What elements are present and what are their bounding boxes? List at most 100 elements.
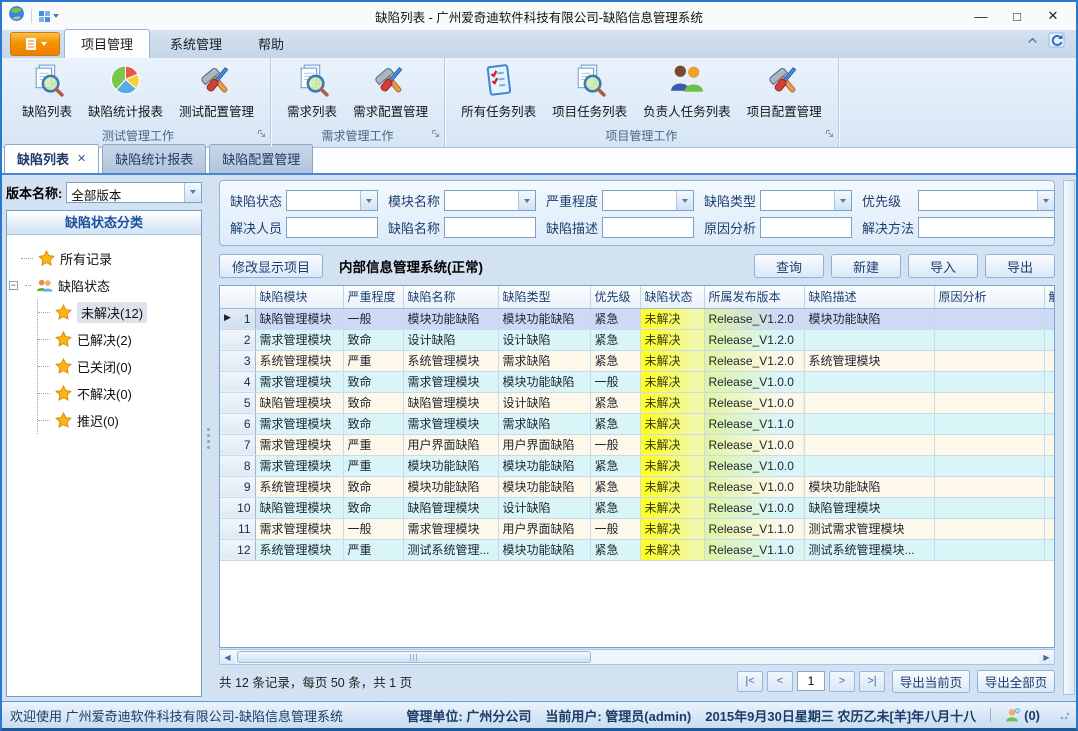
filter-select-severity[interactable] <box>602 190 694 211</box>
dropdown-button[interactable] <box>184 183 201 202</box>
tree-item-defect-status[interactable]: − 缺陷状态 <box>9 272 197 299</box>
quick-access-toolbar-button[interactable] <box>38 10 59 23</box>
row-selector[interactable]: 7 <box>220 434 255 455</box>
filter-input-solution[interactable] <box>918 217 1055 238</box>
close-button[interactable]: ✕ <box>1036 5 1070 27</box>
row-selector[interactable]: 9 <box>220 476 255 497</box>
export-all-pages-button[interactable]: 导出全部页 <box>977 670 1055 693</box>
search-button[interactable]: 查询 <box>754 254 824 278</box>
row-selector[interactable]: ▶1 <box>220 308 255 329</box>
prev-page-button[interactable]: < <box>767 671 793 692</box>
import-button[interactable]: 导入 <box>908 254 978 278</box>
next-page-button[interactable]: > <box>829 671 855 692</box>
filter-select-module-name[interactable] <box>444 190 536 211</box>
dialog-launcher-icon[interactable] <box>825 125 834 143</box>
grid-row[interactable]: 10缺陷管理模块致命缺陷管理模块设计缺陷紧急未解决Release_V1.0.0缺… <box>220 497 1055 518</box>
grid-row[interactable]: 7需求管理模块严重用户界面缺陷用户界面缺陷一般未解决Release_V1.0.0 <box>220 434 1055 455</box>
grid-header-col[interactable]: 原因分析 <box>934 286 1044 308</box>
row-selector[interactable]: 12 <box>220 539 255 560</box>
ribbon-button-test-config[interactable]: 测试配置管理 <box>171 61 262 121</box>
grid-row[interactable]: 11需求管理模块一般需求管理模块用户界面缺陷一般未解决Release_V1.1.… <box>220 518 1055 539</box>
row-selector[interactable]: 2 <box>220 329 255 350</box>
filter-select-defect-type[interactable] <box>760 190 852 211</box>
export-button[interactable]: 导出 <box>985 254 1055 278</box>
grid-header-col[interactable]: 缺陷模块 <box>255 286 343 308</box>
tab-close-icon[interactable]: ✕ <box>77 152 86 165</box>
grid-header-col[interactable]: 解决方法 <box>1044 286 1055 308</box>
grid-header-col[interactable]: 所属发布版本 <box>704 286 804 308</box>
dropdown-button[interactable] <box>834 191 851 210</box>
grid-header-col[interactable]: 优先级 <box>590 286 640 308</box>
scroll-right-icon[interactable]: ▶ <box>1039 650 1054 664</box>
minimize-button[interactable]: — <box>964 5 998 27</box>
app-menu-button[interactable] <box>10 32 60 56</box>
grid-header-col[interactable]: 缺陷状态 <box>640 286 704 308</box>
scrollbar-thumb[interactable] <box>237 651 591 663</box>
tree-item-postponed[interactable]: 推迟(0) <box>38 407 197 434</box>
grid-row[interactable]: 4需求管理模块致命需求管理模块模块功能缺陷一般未解决Release_V1.0.0 <box>220 371 1055 392</box>
last-page-button[interactable]: >| <box>859 671 885 692</box>
grid-row[interactable]: 12系统管理模块严重测试系统管理...模块功能缺陷紧急未解决Release_V1… <box>220 539 1055 560</box>
grid-row[interactable]: 3系统管理模块严重系统管理模块需求缺陷紧急未解决Release_V1.2.0系统… <box>220 350 1055 371</box>
tree-item-closed[interactable]: 已关闭(0) <box>38 353 197 380</box>
row-selector[interactable]: 3 <box>220 350 255 371</box>
dialog-launcher-icon[interactable] <box>431 125 440 143</box>
ribbon-button-project-config[interactable]: 项目配置管理 <box>739 61 830 121</box>
ribbon-button-all-tasks[interactable]: 所有任务列表 <box>453 61 544 121</box>
grid-row[interactable]: 9系统管理模块致命模块功能缺陷模块功能缺陷紧急未解决Release_V1.0.0… <box>220 476 1055 497</box>
grid-header-col[interactable]: 缺陷类型 <box>498 286 590 308</box>
grid-row[interactable]: 6需求管理模块致命需求管理模块需求缺陷紧急未解决Release_V1.1.0 <box>220 413 1055 434</box>
vertical-scrollbar[interactable] <box>1063 180 1075 695</box>
grid-header-col[interactable]: 缺陷名称 <box>403 286 498 308</box>
dropdown-button[interactable] <box>676 191 693 210</box>
grid-row[interactable]: 2需求管理模块致命设计缺陷设计缺陷紧急未解决Release_V1.2.0 <box>220 329 1055 350</box>
grid-header-col[interactable]: 缺陷描述 <box>804 286 934 308</box>
ribbon-button-defect-list[interactable]: 缺陷列表 <box>14 61 80 121</box>
row-selector[interactable]: 5 <box>220 392 255 413</box>
doc-tab-defect-list[interactable]: 缺陷列表 ✕ <box>4 144 99 173</box>
online-user-icon[interactable] <box>1005 708 1020 722</box>
create-button[interactable]: 新建 <box>831 254 901 278</box>
tree-collapse-icon[interactable]: − <box>9 281 18 290</box>
filter-input-defect-name[interactable] <box>444 217 536 238</box>
tree-item-resolved[interactable]: 已解决(2) <box>38 326 197 353</box>
row-selector[interactable]: 8 <box>220 455 255 476</box>
ribbon-button-requirement-config[interactable]: 需求配置管理 <box>345 61 436 121</box>
filter-select-priority[interactable] <box>918 190 1055 211</box>
dialog-launcher-icon[interactable] <box>257 125 266 143</box>
filter-input-resolver[interactable] <box>286 217 378 238</box>
first-page-button[interactable]: |< <box>737 671 763 692</box>
grid-row[interactable]: ▶1缺陷管理模块一般模块功能缺陷模块功能缺陷紧急未解决Release_V1.2.… <box>220 308 1055 329</box>
dropdown-button[interactable] <box>518 191 535 210</box>
ribbon-button-owner-tasks[interactable]: 负责人任务列表 <box>635 61 739 121</box>
dropdown-button[interactable] <box>1037 191 1054 210</box>
ribbon-help-icon[interactable] <box>1048 31 1066 54</box>
filter-input-defect-desc[interactable] <box>602 217 694 238</box>
ribbon-button-defect-report[interactable]: 缺陷统计报表 <box>80 61 171 121</box>
filter-select-defect-status[interactable] <box>286 190 378 211</box>
tree-item-wont-fix[interactable]: 不解决(0) <box>38 380 197 407</box>
panel-splitter[interactable] <box>204 175 213 701</box>
row-selector[interactable]: 11 <box>220 518 255 539</box>
resize-grip-icon[interactable] <box>1060 710 1070 720</box>
row-selector[interactable]: 6 <box>220 413 255 434</box>
ribbon-tab-project-management[interactable]: 项目管理 <box>64 29 150 58</box>
doc-tab-defect-config[interactable]: 缺陷配置管理 <box>209 144 313 173</box>
scroll-left-icon[interactable]: ◀ <box>220 650 235 664</box>
page-number-input[interactable] <box>797 671 825 691</box>
row-selector[interactable]: 10 <box>220 497 255 518</box>
ribbon-tab-help[interactable]: 帮助 <box>242 30 300 58</box>
grid-header-selector[interactable] <box>220 286 255 308</box>
version-select[interactable]: 全部版本 <box>66 182 202 203</box>
tree-item-unresolved[interactable]: 未解决(12) <box>38 299 197 326</box>
export-current-page-button[interactable]: 导出当前页 <box>892 670 970 693</box>
filter-input-cause-analysis[interactable] <box>760 217 852 238</box>
grid-row[interactable]: 8需求管理模块严重模块功能缺陷模块功能缺陷紧急未解决Release_V1.0.0 <box>220 455 1055 476</box>
ribbon-tab-system-management[interactable]: 系统管理 <box>154 30 238 58</box>
modify-display-button[interactable]: 修改显示项目 <box>219 254 323 278</box>
ribbon-collapse-icon[interactable] <box>1025 33 1040 53</box>
grid-row[interactable]: 5缺陷管理模块致命缺陷管理模块设计缺陷紧急未解决Release_V1.0.0 <box>220 392 1055 413</box>
ribbon-button-requirement-list[interactable]: 需求列表 <box>279 61 345 121</box>
dropdown-button[interactable] <box>360 191 377 210</box>
maximize-button[interactable]: □ <box>1000 5 1034 27</box>
